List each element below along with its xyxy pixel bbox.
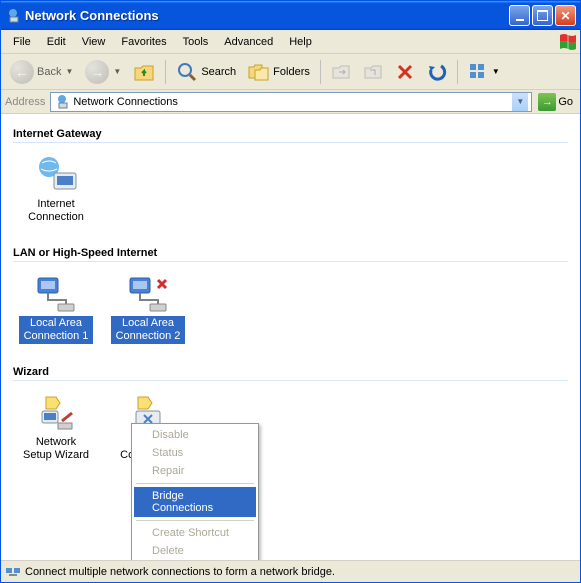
window: Network Connections File Edit View Favor…	[0, 0, 581, 583]
titlebar[interactable]: Network Connections	[1, 1, 580, 30]
bridge-icon	[5, 564, 21, 580]
address-label: Address	[5, 96, 47, 108]
maximize-button[interactable]	[532, 5, 553, 26]
ctx-bridge-connections[interactable]: Bridge Connections	[134, 487, 256, 517]
address-input[interactable]: Network Connections ▼	[50, 92, 532, 112]
menu-favorites[interactable]: Favorites	[113, 34, 174, 50]
delete-button[interactable]	[390, 59, 420, 85]
toolbar: ← Back ▼ → ▼ Search Folders	[1, 54, 580, 90]
toolbar-separator	[320, 60, 321, 84]
back-dropdown-icon: ▼	[65, 67, 73, 76]
menu-edit[interactable]: Edit	[39, 34, 74, 50]
close-button[interactable]	[555, 5, 576, 26]
ctx-separator	[136, 520, 254, 521]
toolbar-separator	[457, 60, 458, 84]
delete-x-icon	[395, 62, 415, 82]
back-arrow-icon: ←	[10, 60, 34, 84]
ctx-separator	[136, 483, 254, 484]
network-connections-icon	[5, 8, 21, 24]
section-lan: LAN or High-Speed Internet	[13, 241, 568, 262]
section-internet-gateway: Internet Gateway	[13, 122, 568, 143]
windows-flag-icon	[558, 32, 578, 52]
views-dropdown-icon: ▼	[492, 67, 500, 76]
up-button[interactable]	[128, 59, 160, 85]
network-setup-wizard-icon	[32, 393, 80, 433]
local-area-connection-2-item[interactable]: Local Area Connection 2	[111, 274, 185, 344]
context-menu: Disable Status Repair Bridge Connections…	[131, 423, 259, 560]
ctx-status: Status	[134, 444, 256, 462]
copy-to-button	[358, 59, 388, 85]
forward-arrow-icon: →	[85, 60, 109, 84]
menu-view[interactable]: View	[74, 34, 114, 50]
search-label: Search	[201, 66, 236, 78]
wizard-items: Network Setup Wizard New Connection Wiza…	[13, 387, 568, 492]
address-dropdown-icon[interactable]: ▼	[512, 93, 528, 111]
ctx-repair: Repair	[134, 462, 256, 480]
toolbar-separator	[165, 60, 166, 84]
move-to-icon	[331, 62, 351, 82]
window-title: Network Connections	[25, 8, 509, 23]
window-controls	[509, 5, 576, 26]
forward-button: → ▼	[80, 57, 126, 87]
lan-connection-icon	[32, 274, 80, 314]
item-label: Network Setup Wizard	[19, 435, 93, 463]
content-area: Internet Gateway Internet Connection LAN…	[1, 114, 580, 560]
menubar: File Edit View Favorites Tools Advanced …	[1, 30, 580, 54]
ctx-disable: Disable	[134, 426, 256, 444]
go-label: Go	[558, 96, 573, 108]
search-button[interactable]: Search	[171, 58, 241, 86]
back-button: ← Back ▼	[5, 57, 78, 87]
folders-label: Folders	[273, 66, 310, 78]
menu-help[interactable]: Help	[281, 34, 320, 50]
forward-dropdown-icon: ▼	[113, 67, 121, 76]
address-text: Network Connections	[73, 96, 509, 108]
menu-tools[interactable]: Tools	[175, 34, 217, 50]
go-button[interactable]: → Go	[535, 92, 576, 112]
move-to-button	[326, 59, 356, 85]
gateway-items: Internet Connection	[13, 149, 568, 241]
folders-button[interactable]: Folders	[243, 59, 315, 85]
item-label: Local Area Connection 2	[111, 316, 185, 344]
network-setup-wizard-item[interactable]: Network Setup Wizard	[19, 393, 93, 476]
statusbar: Connect multiple network connections to …	[1, 560, 580, 582]
internet-connection-item[interactable]: Internet Connection	[19, 155, 93, 225]
addressbar: Address Network Connections ▼ → Go	[1, 90, 580, 114]
search-icon	[176, 61, 198, 83]
local-area-connection-1-item[interactable]: Local Area Connection 1	[19, 274, 93, 344]
network-connections-icon	[54, 94, 70, 110]
ctx-create-shortcut: Create Shortcut	[134, 524, 256, 542]
undo-button[interactable]	[422, 59, 452, 85]
minimize-button[interactable]	[509, 5, 530, 26]
item-label: Internet Connection	[19, 197, 93, 225]
internet-connection-icon	[32, 155, 80, 195]
lan-items: Local Area Connection 1 Local Area Conne…	[13, 268, 568, 360]
folders-icon	[248, 62, 270, 82]
go-arrow-icon: →	[538, 93, 556, 111]
views-icon	[468, 62, 488, 82]
section-wizard: Wizard	[13, 360, 568, 381]
copy-to-icon	[363, 62, 383, 82]
undo-icon	[427, 62, 447, 82]
lan-disconnected-icon	[124, 274, 172, 314]
views-button[interactable]: ▼	[463, 59, 505, 85]
statusbar-text: Connect multiple network connections to …	[25, 566, 335, 578]
back-label: Back	[37, 66, 61, 78]
item-label: Local Area Connection 1	[19, 316, 93, 344]
ctx-delete: Delete	[134, 542, 256, 560]
menu-advanced[interactable]: Advanced	[216, 34, 281, 50]
menu-file[interactable]: File	[5, 34, 39, 50]
folder-up-icon	[133, 62, 155, 82]
